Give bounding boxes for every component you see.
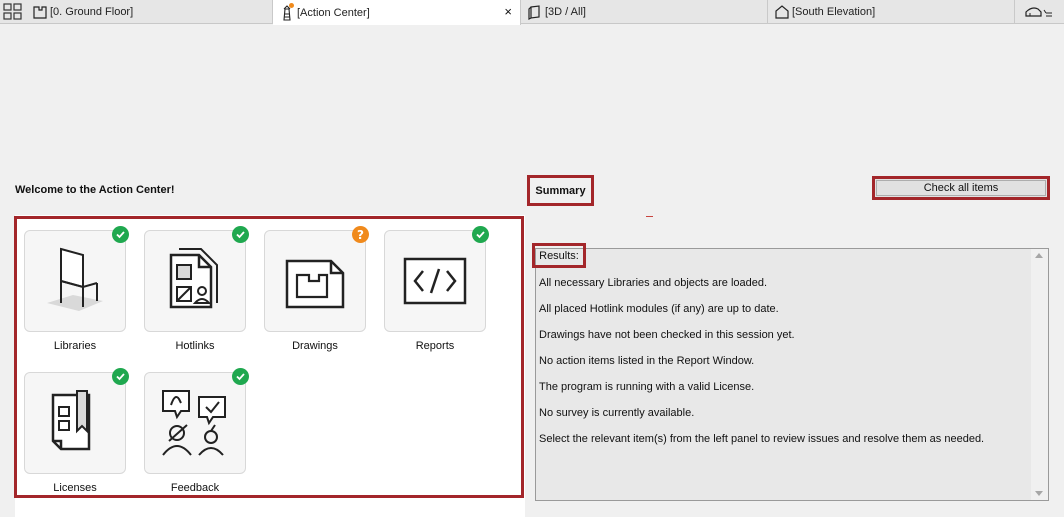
tab-bar: [0. Ground Floor] [Action Center] × [3D … [0, 0, 1064, 25]
ok-check-icon [232, 368, 249, 385]
close-tab-icon[interactable]: × [504, 5, 512, 18]
tab-label: [Action Center] [297, 6, 370, 19]
ok-check-icon [112, 226, 129, 243]
hotlinks-label: Hotlinks [175, 340, 215, 352]
result-line: Select the relevant item(s) from the lef… [539, 433, 985, 445]
ok-check-icon [472, 226, 489, 243]
tab-label: [3D / All] [545, 6, 586, 18]
warning-question-icon: ? [352, 226, 369, 243]
results-title: Results: [532, 243, 586, 268]
welcome-heading: Welcome to the Action Center! [15, 184, 175, 196]
reports-tile[interactable] [384, 226, 489, 332]
result-line: The program is running with a valid Lice… [539, 381, 755, 393]
window-grid-icon[interactable] [3, 3, 23, 21]
result-line: All placed Hotlink modules (if any) are … [539, 303, 779, 315]
ok-check-icon [112, 368, 129, 385]
tab-3d-all[interactable]: [3D / All] [521, 0, 768, 24]
result-line: No survey is currently available. [539, 407, 695, 419]
ok-check-icon [232, 226, 249, 243]
license-document-icon [51, 390, 91, 451]
feedback-people-icon [162, 390, 226, 456]
feedback-label: Feedback [170, 482, 220, 494]
drawings-label: Drawings [292, 340, 338, 352]
libraries-tile[interactable] [24, 226, 129, 332]
libraries-label: Libraries [53, 340, 97, 352]
code-report-icon [403, 257, 467, 305]
check-all-items-button[interactable]: Check all items [872, 176, 1050, 200]
reports-label: Reports [415, 340, 455, 352]
floor-plan-icon [33, 6, 47, 19]
result-line: Drawings have not been checked in this s… [539, 329, 795, 341]
hotlinks-document-icon [169, 248, 218, 309]
tab-ground-floor[interactable]: [0. Ground Floor] [26, 0, 273, 24]
summary-title: Summary [527, 175, 594, 206]
drawing-sheet-icon [285, 259, 345, 309]
feedback-tile[interactable] [144, 368, 249, 474]
tab-label: [0. Ground Floor] [50, 6, 134, 18]
result-line: All necessary Libraries and objects are … [539, 277, 768, 289]
licenses-tile[interactable] [24, 368, 129, 474]
chair-icon [47, 247, 103, 311]
hotlinks-tile[interactable] [144, 226, 249, 332]
tab-menu-icon[interactable] [1024, 4, 1058, 20]
scroll-down-icon[interactable] [1035, 491, 1043, 496]
notification-dot [289, 3, 294, 8]
licenses-label: Licenses [53, 482, 97, 494]
drawings-tile[interactable]: ? [264, 226, 369, 332]
tab-action-center[interactable]: [Action Center] × [273, 0, 521, 25]
tab-south-elevation[interactable]: [South Elevation] [768, 0, 1015, 24]
results-scrollbar[interactable] [1031, 249, 1048, 500]
cube-icon [528, 5, 540, 20]
elevation-icon [775, 5, 789, 19]
tab-label: [South Elevation] [792, 6, 876, 18]
result-line: No action items listed in the Report Win… [539, 355, 755, 367]
scroll-up-icon[interactable] [1035, 253, 1043, 258]
red-marker [646, 216, 653, 217]
button-inner-border [876, 180, 1046, 196]
